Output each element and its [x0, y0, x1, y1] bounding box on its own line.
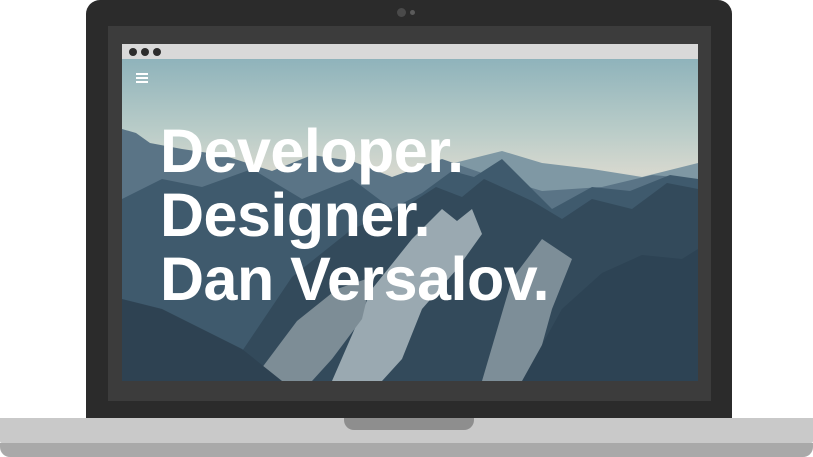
hero-line-role-2: Designer. — [160, 181, 431, 249]
minimize-window-icon[interactable] — [141, 48, 149, 56]
hamburger-menu-icon[interactable] — [136, 73, 148, 83]
webcam-icon — [397, 8, 406, 17]
browser-title-bar — [122, 44, 698, 59]
laptop-screen: Developer. Designer. Dan Versalov. — [108, 26, 711, 401]
hero-headline: Developer. Designer. Dan Versalov. — [160, 117, 550, 313]
maximize-window-icon[interactable] — [153, 48, 161, 56]
hero-section: Developer. Designer. Dan Versalov. — [122, 59, 698, 381]
laptop-lid: Developer. Designer. Dan Versalov. — [86, 0, 732, 420]
hero-line-role-1: Developer. — [160, 117, 464, 185]
laptop-base-bottom — [0, 443, 813, 457]
hero-line-name: Dan Versalov. — [160, 245, 550, 313]
browser-window: Developer. Designer. Dan Versalov. — [122, 44, 698, 381]
close-window-icon[interactable] — [129, 48, 137, 56]
webcam-led-icon — [410, 10, 415, 15]
laptop-hinge-notch — [344, 418, 474, 430]
